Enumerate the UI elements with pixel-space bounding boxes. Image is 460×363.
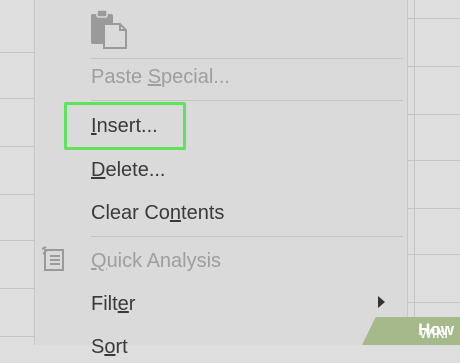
paste-icon[interactable] — [90, 8, 130, 50]
watermark-logo: wiki How — [362, 317, 460, 345]
quick-analysis-icon — [41, 246, 69, 274]
insert-item[interactable]: Insert... — [91, 110, 158, 142]
menu-separator — [91, 100, 403, 101]
menu-separator — [91, 58, 403, 59]
spreadsheet-grid-left — [0, 0, 34, 345]
paste-special-item[interactable]: Paste Special... — [91, 61, 230, 93]
quick-analysis-item[interactable]: Quick Analysis — [91, 245, 221, 277]
sort-item[interactable]: Sort — [91, 331, 128, 363]
menu-separator — [91, 236, 403, 237]
delete-item[interactable]: Delete... — [91, 154, 166, 186]
spreadsheet-grid-right — [408, 0, 460, 345]
submenu-arrow-icon — [378, 296, 385, 308]
clear-contents-item[interactable]: Clear Contents — [91, 197, 224, 229]
filter-item[interactable]: Filter — [91, 288, 135, 320]
context-menu: Paste Special... Insert... Delete... Cle… — [34, 0, 408, 358]
